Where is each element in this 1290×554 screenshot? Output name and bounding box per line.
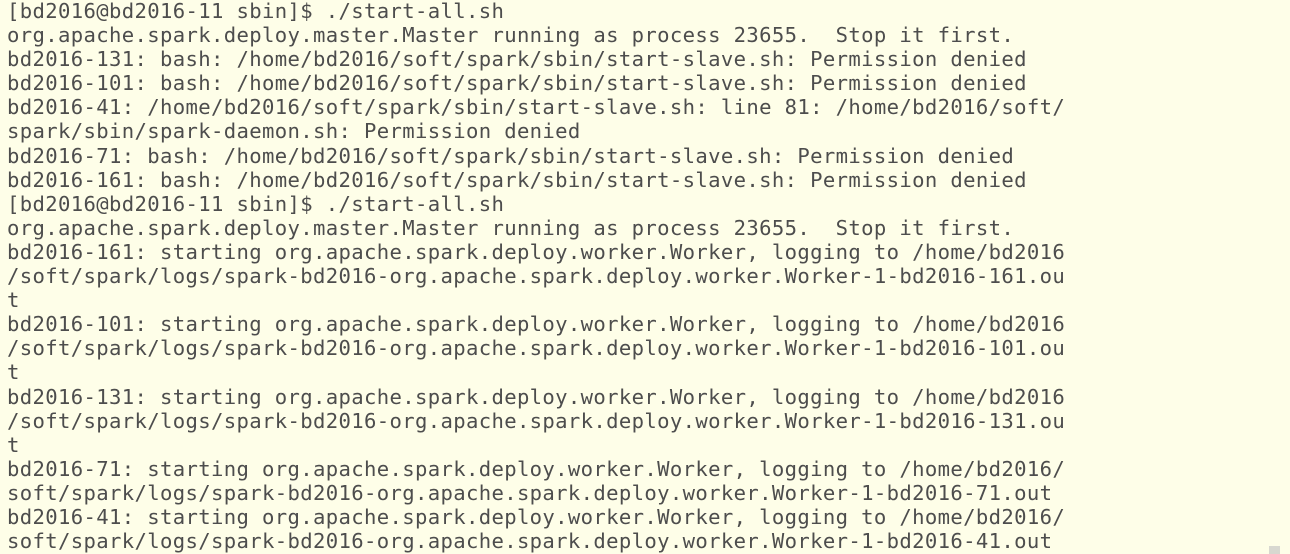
scrollbar-thumb[interactable] xyxy=(1269,546,1280,554)
terminal-line: [bd2016@bd2016-11 sbin]$ ./start-all.sh xyxy=(7,191,505,216)
terminal-line: bd2016-131: bash: /home/bd2016/soft/spar… xyxy=(7,47,1027,72)
terminal-line: spark/sbin/spark-daemon.sh: Permission d… xyxy=(7,119,581,144)
terminal-line: soft/spark/logs/spark-bd2016-org.apache.… xyxy=(7,529,1053,554)
terminal-output: [bd2016@bd2016-11 sbin]$ ./start-all.sh … xyxy=(7,0,1269,553)
terminal-line: bd2016-71: bash: /home/bd2016/soft/spark… xyxy=(7,143,1015,168)
terminal-line: bd2016-161: bash: /home/bd2016/soft/spar… xyxy=(7,167,1027,192)
terminal-line: t xyxy=(7,432,20,457)
terminal-line: [bd2016@bd2016-11 sbin]$ ./start-all.sh xyxy=(7,0,505,23)
vertical-scrollbar[interactable] xyxy=(1269,0,1290,554)
terminal-line: bd2016-161: starting org.apache.spark.de… xyxy=(7,239,1066,264)
terminal-line: /soft/spark/logs/spark-bd2016-org.apache… xyxy=(7,336,1066,361)
terminal-line: /soft/spark/logs/spark-bd2016-org.apache… xyxy=(7,408,1066,433)
terminal-line: t xyxy=(7,360,20,385)
terminal-line: org.apache.spark.deploy.master.Master ru… xyxy=(7,215,1015,240)
terminal-line: soft/spark/logs/spark-bd2016-org.apache.… xyxy=(7,480,1053,505)
terminal-line: bd2016-71: starting org.apache.spark.dep… xyxy=(7,456,1066,481)
terminal-line: bd2016-41: starting org.apache.spark.dep… xyxy=(7,504,1066,529)
terminal-window[interactable]: [bd2016@bd2016-11 sbin]$ ./start-all.sh … xyxy=(0,0,1290,554)
terminal-line: /soft/spark/logs/spark-bd2016-org.apache… xyxy=(7,264,1066,289)
terminal-line: org.apache.spark.deploy.master.Master ru… xyxy=(7,23,1015,48)
terminal-line: bd2016-41: /home/bd2016/soft/spark/sbin/… xyxy=(7,95,1066,120)
terminal-line: bd2016-101: bash: /home/bd2016/soft/spar… xyxy=(7,71,1027,96)
terminal-line: bd2016-101: starting org.apache.spark.de… xyxy=(7,312,1066,337)
terminal-line: t xyxy=(7,288,20,313)
terminal-line: bd2016-131: starting org.apache.spark.de… xyxy=(7,384,1066,409)
